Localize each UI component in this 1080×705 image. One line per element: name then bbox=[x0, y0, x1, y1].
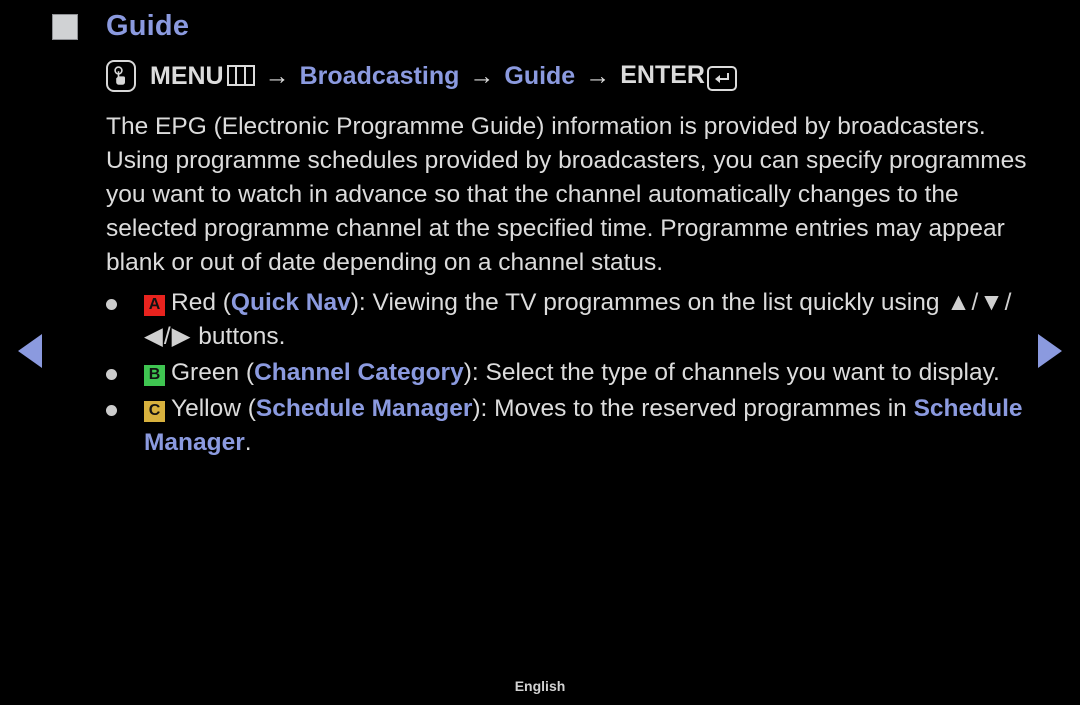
yellow-c-button-badge: C bbox=[144, 400, 165, 422]
red-a-button-badge: A bbox=[144, 294, 165, 316]
bullet-1-body: Select the type of channels you want to … bbox=[485, 359, 1000, 386]
breadcrumb-arrow-2: → bbox=[469, 61, 495, 90]
bullet-1-feature[interactable]: Channel Category bbox=[254, 359, 464, 386]
bullet-1-color-name: Green bbox=[171, 359, 240, 386]
breadcrumb-menu-label[interactable]: MENU bbox=[150, 62, 255, 91]
bullet-1-close-paren: ): bbox=[463, 359, 486, 386]
breadcrumb-arrow-3: → bbox=[585, 61, 611, 90]
bullet-0-text-before: Viewing the TV programmes on the list qu… bbox=[372, 289, 947, 316]
filled-square-icon bbox=[52, 13, 78, 40]
bullet-2-color-name: Yellow bbox=[171, 395, 241, 422]
bullet-0-close-paren: ): bbox=[350, 289, 373, 316]
bullet-2-open-paren: ( bbox=[240, 395, 256, 422]
bullet-dot-icon bbox=[106, 299, 117, 310]
description-paragraph: The EPG (Electronic Programme Guide) inf… bbox=[106, 113, 1027, 276]
bullet-2-close-paren: ): bbox=[472, 395, 495, 422]
list-item: C Yellow (Schedule Manager): Moves to the… bbox=[106, 392, 1036, 460]
bullet-0-color-name: Red bbox=[171, 289, 216, 316]
breadcrumb: MENU → Broadcasting → Guide → ENTER bbox=[106, 60, 737, 92]
list-item-text: B Green (Channel Category): Select the ty… bbox=[144, 356, 1000, 390]
hand-press-icon bbox=[106, 60, 136, 92]
list-item-text: C Yellow (Schedule Manager): Moves to the… bbox=[144, 392, 1036, 460]
language-footer: English bbox=[514, 678, 566, 694]
breadcrumb-arrow-1: → bbox=[264, 61, 290, 90]
enter-return-icon bbox=[706, 66, 737, 92]
left-triangle-icon[interactable] bbox=[18, 334, 42, 368]
color-button-list: A Red (Quick Nav): Viewing the TV program… bbox=[106, 286, 1036, 462]
bullet-dot-icon bbox=[106, 369, 117, 380]
breadcrumb-broadcasting[interactable]: Broadcasting bbox=[300, 62, 460, 91]
bullet-2-period: . bbox=[244, 429, 252, 456]
bullet-0-open-paren: ( bbox=[215, 289, 231, 316]
breadcrumb-enter-label[interactable]: ENTER bbox=[620, 61, 737, 92]
bullet-2-feature[interactable]: Schedule Manager bbox=[256, 395, 472, 422]
guide-help-page: Guide MENU → Broadcasting → Guide → ENTE… bbox=[0, 0, 1080, 705]
bullet-dot-icon bbox=[106, 405, 117, 416]
bullet-2-body: Moves to the reserved programmes in bbox=[494, 395, 914, 422]
bullet-1-open-paren: ( bbox=[239, 359, 255, 386]
list-item-text: A Red (Quick Nav): Viewing the TV program… bbox=[144, 286, 1036, 354]
breadcrumb-guide[interactable]: Guide bbox=[504, 62, 575, 91]
page-title: Guide bbox=[106, 10, 190, 42]
list-item: B Green (Channel Category): Select the ty… bbox=[106, 356, 1036, 390]
green-b-button-badge: B bbox=[144, 364, 165, 386]
list-item: A Red (Quick Nav): Viewing the TV program… bbox=[106, 286, 1036, 354]
right-triangle-icon[interactable] bbox=[1038, 334, 1062, 368]
bullet-0-feature[interactable]: Quick Nav bbox=[231, 289, 351, 316]
page-title-row: Guide bbox=[52, 12, 189, 41]
three-column-menu-icon bbox=[226, 64, 255, 86]
bullet-0-text-after: buttons. bbox=[191, 323, 286, 350]
